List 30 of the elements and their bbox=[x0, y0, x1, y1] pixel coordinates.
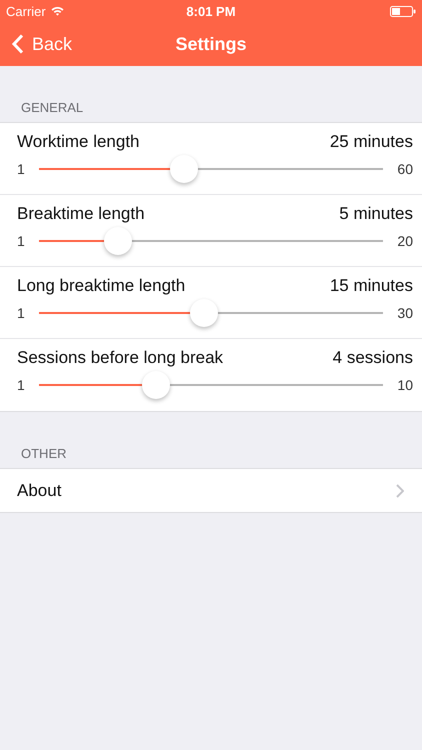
setting-value: 4 sessions bbox=[332, 348, 413, 368]
slider-min-label: 1 bbox=[17, 377, 25, 393]
chevron-right-icon bbox=[396, 484, 404, 498]
about-row[interactable]: About bbox=[0, 469, 422, 512]
slider-thumb[interactable] bbox=[190, 299, 218, 327]
slider-thumb[interactable] bbox=[142, 371, 170, 399]
setting-label: Sessions before long break bbox=[17, 348, 224, 368]
wifi-icon bbox=[50, 6, 64, 16]
section-header: GENERAL bbox=[20, 99, 84, 117]
slider-thumb[interactable] bbox=[104, 227, 132, 255]
slider-max-label: 10 bbox=[397, 377, 413, 393]
chevron-left-icon bbox=[12, 34, 24, 54]
slider-max-label: 30 bbox=[397, 305, 413, 321]
setting-label: Long breaktime length bbox=[17, 276, 186, 296]
section-header: OTHER bbox=[20, 445, 68, 463]
battery-icon bbox=[390, 6, 416, 16]
slider-min-label: 1 bbox=[17, 305, 25, 321]
status-time: 8:01 PM bbox=[186, 4, 236, 18]
slider-max-label: 20 bbox=[397, 233, 413, 249]
setting-value: 25 minutes bbox=[330, 132, 413, 152]
slider-min-label: 1 bbox=[17, 233, 25, 249]
slider-max-label: 60 bbox=[397, 161, 413, 177]
setting-value: 5 minutes bbox=[339, 204, 413, 224]
slider-thumb[interactable] bbox=[170, 155, 198, 183]
slider-min-label: 1 bbox=[17, 161, 25, 177]
screen-title: Settings bbox=[176, 34, 246, 54]
setting-label: Breaktime length bbox=[17, 204, 145, 224]
setting-label: Worktime length bbox=[17, 132, 140, 152]
carrier-name: Carrier bbox=[6, 4, 46, 18]
setting-value: 15 minutes bbox=[330, 276, 413, 296]
